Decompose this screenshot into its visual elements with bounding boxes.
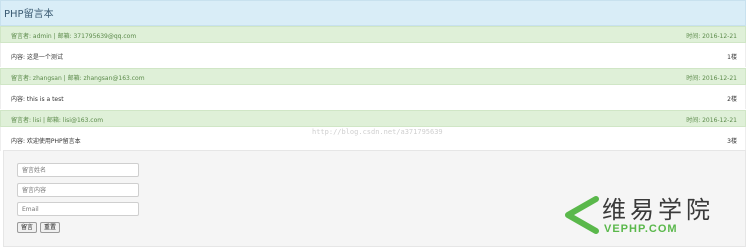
message-item: 留言者: admin | 邮箱: 371795639@qq.com 时间: 20… — [0, 26, 746, 67]
email-input[interactable] — [17, 202, 139, 216]
message-header: 留言者: lisi | 邮箱: lisi@163.com 时间: 2016-12… — [0, 110, 746, 127]
message-floor: 1楼 — [727, 54, 737, 61]
chevron-left-icon — [565, 196, 599, 234]
message-time: 时间: 2016-12-21 — [686, 33, 737, 40]
message-body: 内容: this is a test 2楼 — [0, 85, 746, 109]
message-author: 留言者: lisi | 邮箱: lisi@163.com — [11, 117, 104, 124]
submit-button[interactable]: 留言 — [17, 222, 37, 233]
message-time: 时间: 2016-12-21 — [686, 117, 737, 124]
message-content: 内容: 欢迎使用PHP留言本 — [11, 138, 81, 145]
message-time: 时间: 2016-12-21 — [686, 75, 737, 82]
reset-button[interactable]: 重置 — [40, 222, 60, 233]
logo: 维易学院 VEPHP.COM — [560, 190, 740, 240]
message-content: 内容: 这是一个测试 — [11, 54, 63, 61]
message-body: 内容: 这是一个测试 1楼 — [0, 43, 746, 67]
page-title: PHP留言本 — [4, 9, 54, 20]
message-floor: 3楼 — [727, 138, 737, 145]
name-input[interactable] — [17, 163, 139, 177]
message-floor: 2楼 — [727, 96, 737, 103]
content-input[interactable] — [17, 183, 139, 197]
page-header: PHP留言本 — [0, 0, 746, 26]
logo-english: VEPHP.COM — [604, 223, 678, 235]
message-item: 留言者: zhangsan | 邮箱: zhangsan@163.com 时间:… — [0, 68, 746, 109]
message-header: 留言者: admin | 邮箱: 371795639@qq.com 时间: 20… — [0, 26, 746, 43]
message-author: 留言者: zhangsan | 邮箱: zhangsan@163.com — [11, 75, 145, 82]
logo-chinese: 维易学院 — [602, 196, 714, 224]
watermark-text: http://blog.csdn.net/a371795639 — [312, 128, 443, 136]
message-header: 留言者: zhangsan | 邮箱: zhangsan@163.com 时间:… — [0, 68, 746, 85]
message-author: 留言者: admin | 邮箱: 371795639@qq.com — [11, 33, 137, 40]
message-content: 内容: this is a test — [11, 96, 64, 103]
